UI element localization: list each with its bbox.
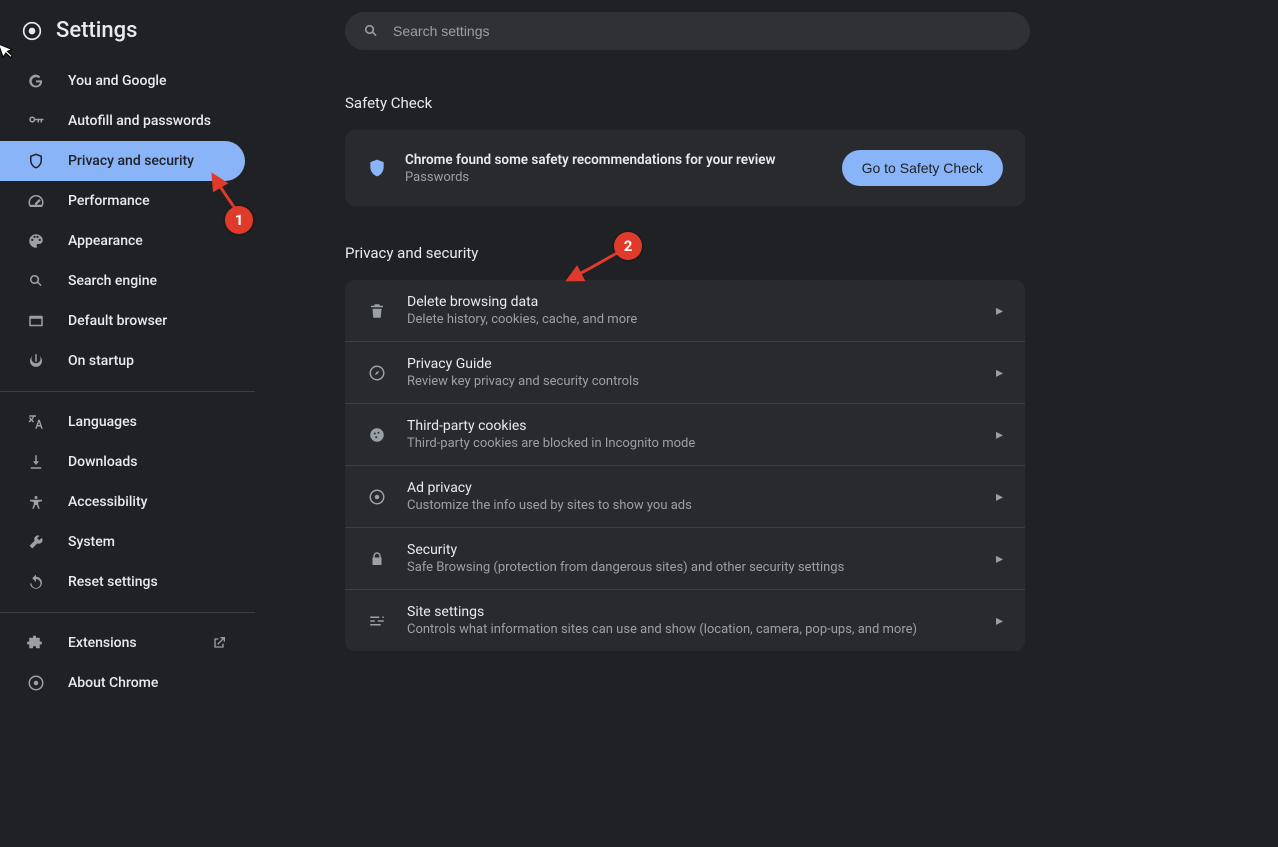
row-subtitle: Controls what information sites can use …: [407, 622, 976, 637]
chevron-right-icon: ▸: [996, 365, 1003, 381]
sidebar-item-you-and-google[interactable]: You and Google: [0, 61, 255, 101]
row-security[interactable]: Security Safe Browsing (protection from …: [345, 528, 1025, 590]
row-title: Privacy Guide: [407, 356, 976, 372]
open-in-new-icon: [209, 633, 229, 653]
row-title: Third-party cookies: [407, 418, 976, 434]
sidebar-item-label: Languages: [68, 414, 137, 430]
row-subtitle: Customize the info used by sites to show…: [407, 498, 976, 513]
divider: [0, 391, 255, 392]
sidebar-item-accessibility[interactable]: Accessibility: [0, 482, 255, 522]
sidebar: Settings You and Google Autofill and pas…: [0, 0, 255, 847]
speedometer-icon: [26, 191, 46, 211]
browser-icon: [26, 311, 46, 331]
tune-icon: [367, 611, 387, 631]
nav-primary: You and Google Autofill and passwords Pr…: [0, 61, 255, 703]
chrome-logo-icon: [22, 21, 42, 41]
translate-icon: [26, 412, 46, 432]
power-icon: [26, 351, 46, 371]
sidebar-item-label: Reset settings: [68, 574, 158, 590]
chevron-right-icon: ▸: [996, 427, 1003, 443]
accessibility-icon: [26, 492, 46, 512]
row-title: Ad privacy: [407, 480, 976, 496]
row-delete-browsing-data[interactable]: Delete browsing data Delete history, coo…: [345, 280, 1025, 342]
compass-icon: [367, 363, 387, 383]
main-content: Safety Check Chrome found some safety re…: [255, 0, 1278, 847]
chrome-icon: [26, 673, 46, 693]
lock-icon: [367, 549, 387, 569]
sidebar-item-system[interactable]: System: [0, 522, 255, 562]
row-subtitle: Third-party cookies are blocked in Incog…: [407, 436, 976, 451]
google-g-icon: [26, 71, 46, 91]
search-bar[interactable]: [345, 12, 1030, 50]
row-ad-privacy[interactable]: Ad privacy Customize the info used by si…: [345, 466, 1025, 528]
row-subtitle: Safe Browsing (protection from dangerous…: [407, 560, 976, 575]
divider: [0, 612, 255, 613]
sidebar-item-label: Privacy and security: [68, 153, 194, 169]
app-header: Settings: [0, 12, 255, 61]
shield-icon: [367, 158, 387, 178]
privacy-heading: Privacy and security: [345, 244, 1025, 262]
sidebar-item-about[interactable]: About Chrome: [0, 663, 255, 703]
safety-check-heading: Safety Check: [345, 94, 1025, 112]
key-icon: [26, 111, 46, 131]
sidebar-item-performance[interactable]: Performance: [0, 181, 255, 221]
safety-card-title: Chrome found some safety recommendations…: [405, 152, 824, 168]
row-subtitle: Review key privacy and security controls: [407, 374, 976, 389]
row-subtitle: Delete history, cookies, cache, and more: [407, 312, 976, 327]
search-icon: [26, 271, 46, 291]
page-title: Settings: [56, 18, 137, 43]
ads-icon: [367, 487, 387, 507]
row-third-party-cookies[interactable]: Third-party cookies Third-party cookies …: [345, 404, 1025, 466]
sidebar-item-label: You and Google: [68, 73, 166, 89]
sidebar-item-label: On startup: [68, 353, 134, 369]
go-to-safety-check-button[interactable]: Go to Safety Check: [842, 150, 1003, 186]
sidebar-item-label: Performance: [68, 193, 150, 209]
sidebar-item-extensions[interactable]: Extensions: [0, 623, 255, 663]
sidebar-item-languages[interactable]: Languages: [0, 402, 255, 442]
trash-icon: [367, 301, 387, 321]
chevron-right-icon: ▸: [996, 303, 1003, 319]
annotation-badge-1: 1: [225, 206, 253, 234]
sidebar-item-privacy[interactable]: Privacy and security: [0, 141, 245, 181]
shield-icon: [26, 151, 46, 171]
row-title: Site settings: [407, 604, 976, 620]
reset-icon: [26, 572, 46, 592]
sidebar-item-autofill[interactable]: Autofill and passwords: [0, 101, 255, 141]
extension-icon: [26, 633, 46, 653]
row-site-settings[interactable]: Site settings Controls what information …: [345, 590, 1025, 651]
search-icon: [361, 21, 381, 41]
download-icon: [26, 452, 46, 472]
sidebar-item-label: Downloads: [68, 454, 137, 470]
sidebar-item-search-engine[interactable]: Search engine: [0, 261, 255, 301]
cookie-icon: [367, 425, 387, 445]
wrench-icon: [26, 532, 46, 552]
safety-card-subtitle: Passwords: [405, 170, 824, 185]
sidebar-item-label: Search engine: [68, 273, 157, 289]
sidebar-item-appearance[interactable]: Appearance: [0, 221, 255, 261]
palette-icon: [26, 231, 46, 251]
chevron-right-icon: ▸: [996, 489, 1003, 505]
sidebar-item-label: System: [68, 534, 115, 550]
privacy-list: Delete browsing data Delete history, coo…: [345, 280, 1025, 651]
sidebar-item-label: Accessibility: [68, 494, 147, 510]
sidebar-item-label: About Chrome: [68, 675, 158, 691]
sidebar-item-reset[interactable]: Reset settings: [0, 562, 255, 602]
sidebar-item-default-browser[interactable]: Default browser: [0, 301, 255, 341]
row-title: Delete browsing data: [407, 294, 976, 310]
sidebar-item-label: Default browser: [68, 313, 167, 329]
annotation-badge-2: 2: [614, 232, 642, 260]
safety-check-card: Chrome found some safety recommendations…: [345, 130, 1025, 206]
sidebar-item-label: Appearance: [68, 233, 143, 249]
row-privacy-guide[interactable]: Privacy Guide Review key privacy and sec…: [345, 342, 1025, 404]
sidebar-item-label: Extensions: [68, 635, 137, 651]
row-title: Security: [407, 542, 976, 558]
chevron-right-icon: ▸: [996, 613, 1003, 629]
chevron-right-icon: ▸: [996, 551, 1003, 567]
sidebar-item-on-startup[interactable]: On startup: [0, 341, 255, 381]
sidebar-item-downloads[interactable]: Downloads: [0, 442, 255, 482]
search-input[interactable]: [393, 23, 1030, 39]
sidebar-item-label: Autofill and passwords: [68, 113, 211, 129]
